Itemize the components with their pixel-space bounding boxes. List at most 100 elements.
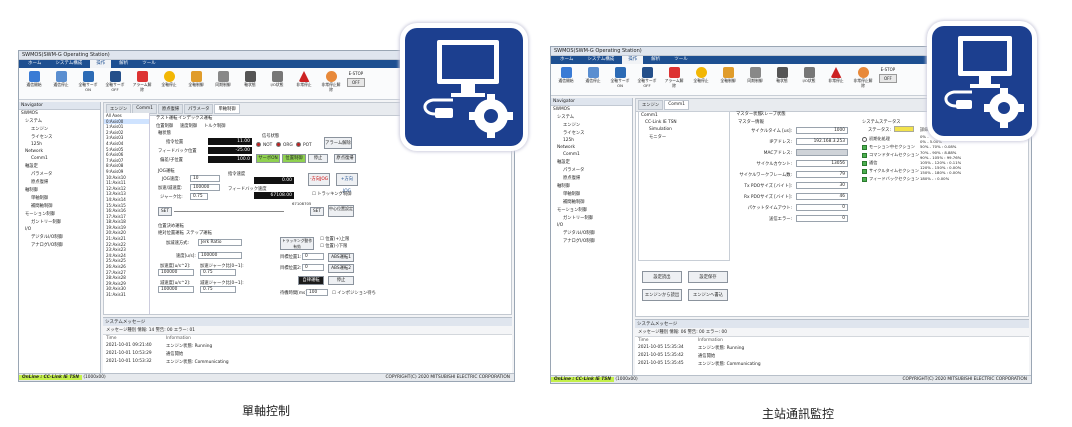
sync-control-button[interactable]: 同期制御: [212, 71, 234, 88]
comm-start-button[interactable]: 通信開始: [23, 71, 45, 88]
stop-button[interactable]: 停止: [308, 154, 328, 163]
read-from-engine-button[interactable]: エンジンから読出: [642, 289, 682, 301]
subtab-index[interactable]: インデックス運転: [178, 115, 212, 121]
tree-node[interactable]: アナログI/O制御: [551, 237, 632, 245]
tree-node[interactable]: Network: [19, 148, 100, 155]
subtab-slave[interactable]: スレーブ状態: [760, 111, 786, 117]
estop-release-button[interactable]: 非常停止解除: [320, 71, 342, 92]
tree-node[interactable]: 補間軸制御: [19, 202, 100, 210]
sync-control-button[interactable]: 同期制御: [744, 67, 766, 84]
set-button-2[interactable]: SET: [310, 207, 324, 216]
emergency-stop-button[interactable]: 非常停止: [293, 71, 315, 88]
all-servo-on-button[interactable]: 全軸サーボON: [609, 67, 631, 88]
tree-node[interactable]: 軸設定: [19, 162, 100, 170]
message-row[interactable]: 2021-10-01 09:21:40 エンジン状態: Running: [103, 342, 512, 350]
tracking-checkbox[interactable]: ☐ トラッキング制御: [312, 191, 351, 197]
menu-operation[interactable]: 操作: [622, 56, 644, 64]
all-stop-button[interactable]: 全軸停止: [158, 71, 180, 88]
subtab-master[interactable]: マスター状態: [736, 111, 762, 117]
message-row[interactable]: 2021-10-05 15:35:34 エンジン状態: Running: [635, 344, 1029, 352]
alarm-clear-button[interactable]: アラーム解除: [663, 67, 685, 88]
target1-input[interactable]: 0: [302, 253, 324, 260]
servo-on-button[interactable]: サーボON: [256, 154, 280, 163]
network-tree-node[interactable]: Simulation: [639, 126, 729, 133]
menu-tools[interactable]: ツール: [668, 56, 694, 64]
accel-input[interactable]: 100000: [158, 269, 194, 276]
tree-node[interactable]: 単軸制御: [551, 190, 632, 198]
tree-node[interactable]: I/O: [551, 222, 632, 229]
tree-node[interactable]: ライセンス: [551, 129, 632, 137]
message-row[interactable]: 2021-10-01 10:53:29 通信開始: [103, 350, 512, 358]
tree-node[interactable]: システム: [19, 117, 100, 125]
upper-limit-checkbox[interactable]: ☐ 位置(+)上限: [320, 236, 349, 242]
tab-position[interactable]: 位置制御: [156, 123, 173, 129]
menu-home[interactable]: ホーム: [554, 56, 579, 64]
target2-input[interactable]: 0: [302, 264, 324, 271]
tab-speed[interactable]: 速度制御: [180, 123, 197, 129]
abs-move1-button[interactable]: ABS運転1: [328, 253, 354, 262]
message-row[interactable]: 2021-10-05 15:35:45 エンジン状態: Communicating: [635, 360, 1029, 368]
tree-node[interactable]: 125h: [551, 137, 632, 144]
wait-input[interactable]: 100: [306, 289, 328, 296]
alarm-clear-button[interactable]: アラーム解除: [131, 71, 153, 92]
comm-stop-button[interactable]: 通信停止: [50, 71, 72, 88]
axis-list-item[interactable]: 31:Axis31: [104, 292, 149, 298]
tree-root[interactable]: SWMOS: [19, 110, 100, 117]
menu-analysis[interactable]: 解析: [113, 60, 134, 68]
stop-button-2[interactable]: 停止: [328, 276, 354, 285]
tree-node[interactable]: モーション制御: [551, 206, 632, 214]
tree-node[interactable]: 補間軸制御: [551, 198, 632, 206]
tree-node[interactable]: Comm1: [551, 151, 632, 158]
tree-node[interactable]: パラメータ: [19, 170, 100, 178]
tree-node[interactable]: デジタルI/O制御: [551, 229, 632, 237]
decel-input[interactable]: 100000: [158, 286, 194, 293]
comm-stop-button[interactable]: 通信停止: [582, 67, 604, 84]
tree-node[interactable]: ガントリー制御: [551, 214, 632, 222]
tree-node[interactable]: システム: [551, 113, 632, 121]
tab-torque[interactable]: トルク制御: [204, 123, 225, 129]
tree-node[interactable]: エンジン: [19, 125, 100, 133]
decel-jerk-input[interactable]: 0.75: [200, 286, 236, 293]
center-position-button[interactable]: 中心位置設定: [328, 205, 354, 217]
all-servo-off-button[interactable]: 全軸サーボOFF: [636, 67, 658, 88]
tree-node[interactable]: 原点復帰: [19, 178, 100, 186]
tree-node[interactable]: パラメータ: [551, 166, 632, 174]
jog-negative-button[interactable]: -方向JOG: [308, 173, 330, 186]
set-button[interactable]: SET: [158, 207, 172, 216]
all-stop-button[interactable]: 全軸停止: [690, 67, 712, 84]
auto-run-button[interactable]: 自律運転: [298, 276, 324, 285]
abs-move2-button[interactable]: ABS運転2: [328, 264, 354, 273]
io-state-button[interactable]: I/O状態: [266, 71, 288, 88]
write-to-engine-button[interactable]: エンジンへ書込: [688, 289, 728, 301]
axis-state-button[interactable]: 軸状態: [771, 67, 793, 84]
tree-node[interactable]: 125h: [19, 141, 100, 148]
tree-node[interactable]: Network: [551, 144, 632, 151]
axis-state-button[interactable]: 軸状態: [239, 71, 261, 88]
tab-step-move[interactable]: ステップ運転: [186, 230, 212, 236]
tracking-button[interactable]: トラッキング動作有効: [280, 237, 314, 250]
network-tree-node[interactable]: モニター: [639, 133, 729, 141]
read-settings-button[interactable]: 設定読出: [642, 271, 682, 283]
tree-node[interactable]: 原点復帰: [551, 174, 632, 182]
jog-slider[interactable]: [174, 211, 284, 212]
tree-node[interactable]: 単軸制御: [19, 194, 100, 202]
accel-jerk-input[interactable]: 0.75: [200, 269, 236, 276]
tab-engine[interactable]: エンジン: [638, 100, 664, 110]
menu-tools[interactable]: ツール: [136, 60, 162, 68]
io-state-button[interactable]: I/O状態: [798, 67, 820, 84]
lower-limit-checkbox[interactable]: ☐ 位置(-)下限: [320, 243, 347, 249]
message-filter[interactable]: メッセージ種別 情報: 06 警告: 00 エラー: 00: [635, 328, 1029, 337]
tab-abs-move[interactable]: 絶対位置運転: [158, 230, 184, 236]
tree-node[interactable]: Comm1: [19, 155, 100, 162]
tree-node[interactable]: ライセンス: [19, 133, 100, 141]
message-row[interactable]: 2021-10-01 10:53:32 エンジン状態: Communicating: [103, 358, 512, 366]
jog-speed-input[interactable]: 10: [190, 175, 220, 182]
message-row[interactable]: 2021-10-05 15:35:42 通信開始: [635, 352, 1029, 360]
all-control-button[interactable]: 全軸制御: [185, 71, 207, 88]
message-filter[interactable]: メッセージ種別 情報: 14 警告: 00 エラー: 01: [103, 326, 512, 335]
tree-node[interactable]: アナログI/O制御: [19, 241, 100, 249]
home-return-button[interactable]: 原点復帰: [334, 154, 356, 163]
all-servo-on-button[interactable]: 全軸サーボON: [77, 71, 99, 92]
tree-node[interactable]: ガントリー制御: [19, 218, 100, 226]
jog-positive-button[interactable]: +方向JOG: [336, 173, 358, 194]
